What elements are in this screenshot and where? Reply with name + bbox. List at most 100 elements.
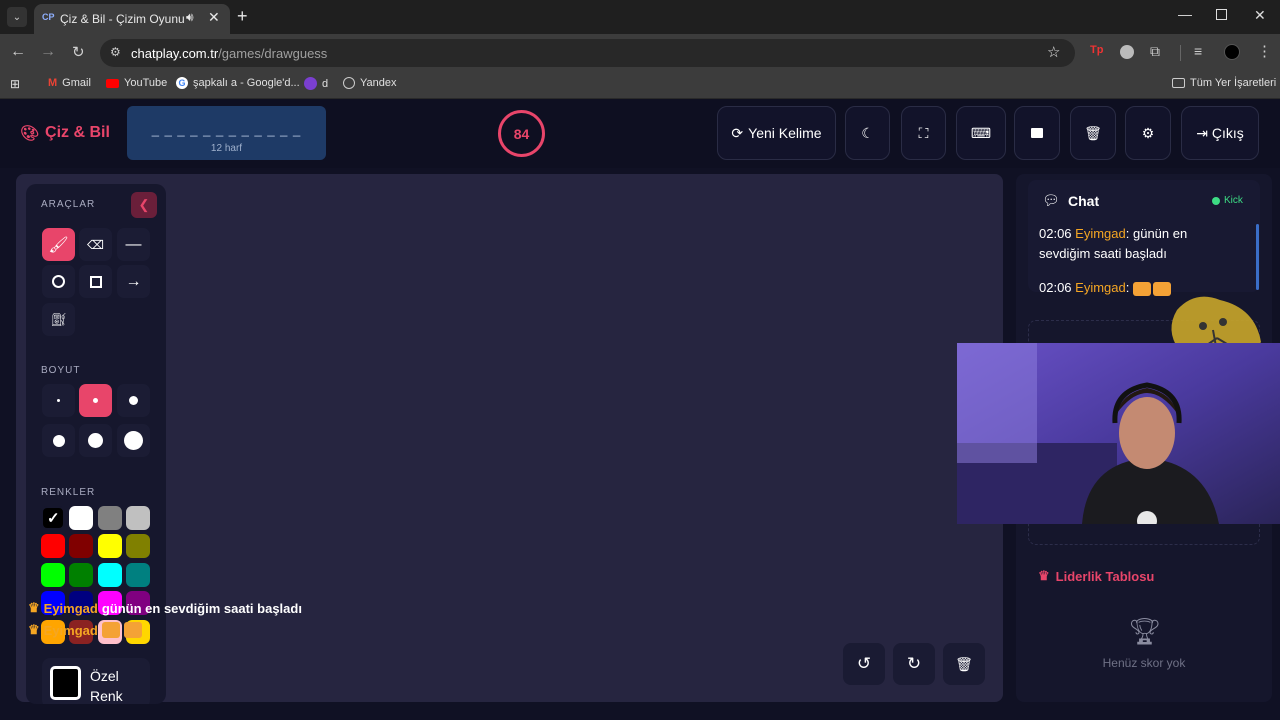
- size-4[interactable]: [42, 424, 75, 457]
- color-swatch[interactable]: [98, 534, 122, 558]
- emote-icon: [101, 622, 120, 638]
- color-swatch[interactable]: [98, 506, 122, 530]
- size-6[interactable]: [117, 424, 150, 457]
- logo: 🎨︎ Çiz & Bil: [20, 124, 110, 142]
- maximize-button[interactable]: [1216, 9, 1227, 20]
- refresh-icon: ⟳: [731, 124, 744, 141]
- custom-color-button[interactable]: Özel Renk: [42, 658, 150, 704]
- circle-tool[interactable]: [42, 265, 75, 298]
- color-swatch[interactable]: [41, 563, 65, 587]
- rectangle-tool[interactable]: [79, 265, 112, 298]
- media-control-icon[interactable]: ≡: [1194, 43, 1202, 59]
- circle-icon: [52, 275, 65, 288]
- color-swatch[interactable]: [41, 534, 65, 558]
- color-swatch[interactable]: [69, 534, 93, 558]
- bookmark-youtube[interactable]: YouTube: [106, 77, 167, 89]
- extension-icon-2[interactable]: [1120, 45, 1134, 59]
- more-menu-icon[interactable]: ⋮: [1257, 42, 1272, 60]
- game-header: 🎨︎ Çiz & Bil _ _ _ _ _ _ _ _ _ _ _ _ 12 …: [0, 100, 1280, 168]
- color-swatch[interactable]: [98, 563, 122, 587]
- speaker-icon[interactable]: 🔊︎: [186, 10, 194, 25]
- all-bookmarks[interactable]: Tüm Yer İşaretleri: [1172, 77, 1276, 89]
- fullscreen-button[interactable]: ⛶: [901, 106, 946, 160]
- profile-avatar[interactable]: [1224, 44, 1240, 60]
- size-1[interactable]: [42, 384, 75, 417]
- new-word-button[interactable]: ⟳ Yeni Kelime: [717, 106, 836, 160]
- bookmark-gmail[interactable]: M Gmail: [48, 77, 91, 89]
- color-swatch[interactable]: [126, 534, 150, 558]
- size-dot: [88, 433, 103, 448]
- stream-chat-overlay: ♛ Eyimgad günün en sevdiğim saati başlad…: [28, 600, 328, 645]
- forward-icon[interactable]: →: [40, 43, 56, 61]
- bookmark-label: Yandex: [360, 77, 397, 89]
- status-dot-icon: [1212, 196, 1220, 205]
- site-info-icon[interactable]: ⚙: [110, 45, 121, 59]
- fill-tool[interactable]: ⛽︎: [42, 303, 75, 336]
- close-window-button[interactable]: ✕: [1254, 7, 1266, 24]
- brush-tool[interactable]: 🖌︎: [42, 228, 75, 261]
- chat-scrollbar[interactable]: [1256, 224, 1259, 290]
- undo-icon: ↺: [856, 654, 872, 673]
- kick-label: Kick: [1224, 195, 1243, 206]
- color-swatch[interactable]: [69, 506, 93, 530]
- new-tab-button[interactable]: +: [237, 6, 248, 27]
- apps-grid-icon[interactable]: ⊞: [10, 77, 20, 91]
- site-icon: [304, 77, 317, 90]
- size-3[interactable]: [117, 384, 150, 417]
- canvas-clear-button[interactable]: 🗑︎: [943, 643, 985, 685]
- back-icon[interactable]: ←: [10, 43, 26, 61]
- archive-button[interactable]: [1014, 106, 1060, 160]
- size-5[interactable]: [79, 424, 112, 457]
- url-text: chatplay.com.tr/games/drawguess: [131, 46, 327, 61]
- overlay-user: Eyimgad: [43, 622, 98, 638]
- size-2[interactable]: [79, 384, 112, 417]
- moon-icon: ☾: [861, 124, 874, 141]
- folder-icon: [1172, 78, 1185, 88]
- square-icon: [89, 275, 102, 288]
- kick-status: Kick: [1212, 195, 1243, 206]
- extension-icon-1[interactable]: Tp: [1090, 44, 1104, 58]
- color-swatch[interactable]: [126, 563, 150, 587]
- arrow-tool[interactable]: →: [117, 265, 150, 298]
- tab-list-button[interactable]: ⌄: [7, 7, 27, 27]
- minimize-button[interactable]: —: [1178, 6, 1192, 22]
- emote-icon: [123, 622, 142, 638]
- color-swatch[interactable]: ✓: [41, 506, 65, 530]
- bookmark-d[interactable]: d: [304, 77, 328, 90]
- color-swatch[interactable]: [126, 506, 150, 530]
- line-tool[interactable]: —: [117, 228, 150, 261]
- logout-button[interactable]: ⇥ Çıkış: [1181, 106, 1259, 160]
- custom-color-label-2: Renk: [90, 688, 123, 704]
- settings-button[interactable]: ⚙: [1125, 106, 1171, 160]
- archive-icon: [1031, 128, 1043, 138]
- size-dot: [93, 398, 98, 403]
- theme-toggle-button[interactable]: ☾: [845, 106, 890, 160]
- bookmark-google[interactable]: Gşapkalı a - Google'd...: [176, 77, 300, 89]
- game-app: 🎨︎ Çiz & Bil _ _ _ _ _ _ _ _ _ _ _ _ 12 …: [0, 100, 1280, 720]
- collapse-panel-button[interactable]: ❮: [131, 192, 157, 218]
- message-time: 02:06: [1039, 280, 1072, 295]
- color-swatch[interactable]: [69, 563, 93, 587]
- clear-button[interactable]: 🗑︎: [1070, 106, 1116, 160]
- chat-card: 💬︎ Chat Kick 02:06 Eyimgad: günün en sev…: [1028, 180, 1260, 296]
- bookmark-yandex[interactable]: Yandex: [343, 77, 397, 89]
- colors-section-title: RENKLER: [41, 487, 96, 498]
- timer-value: 84: [513, 125, 530, 142]
- bookmark-star-icon[interactable]: ☆: [1047, 43, 1060, 61]
- extensions-puzzle-icon[interactable]: ⧉: [1150, 43, 1160, 60]
- trash-icon: 🗑︎: [955, 655, 973, 672]
- globe-icon: [343, 77, 355, 89]
- undo-button[interactable]: ↺: [843, 643, 885, 685]
- active-tab[interactable]: CP Çiz & Bil - Çizim Oyunu 🔊︎ ✕: [34, 4, 230, 34]
- brush-icon: 🖌︎: [48, 236, 69, 254]
- tools-section-title: ARAÇLAR: [41, 199, 96, 210]
- address-bar[interactable]: ⚙ chatplay.com.tr/games/drawguess ☆: [100, 39, 1075, 67]
- eraser-tool[interactable]: ⌫: [79, 228, 112, 261]
- chat-title: Chat: [1068, 193, 1100, 209]
- close-tab-icon[interactable]: ✕: [208, 9, 220, 26]
- keyboard-button[interactable]: ⌨: [956, 106, 1006, 160]
- redo-button[interactable]: ↻: [893, 643, 935, 685]
- bookmark-label: Tüm Yer İşaretleri: [1190, 77, 1277, 89]
- trash-icon: 🗑︎: [1084, 124, 1102, 141]
- reload-icon[interactable]: ↻: [72, 43, 85, 61]
